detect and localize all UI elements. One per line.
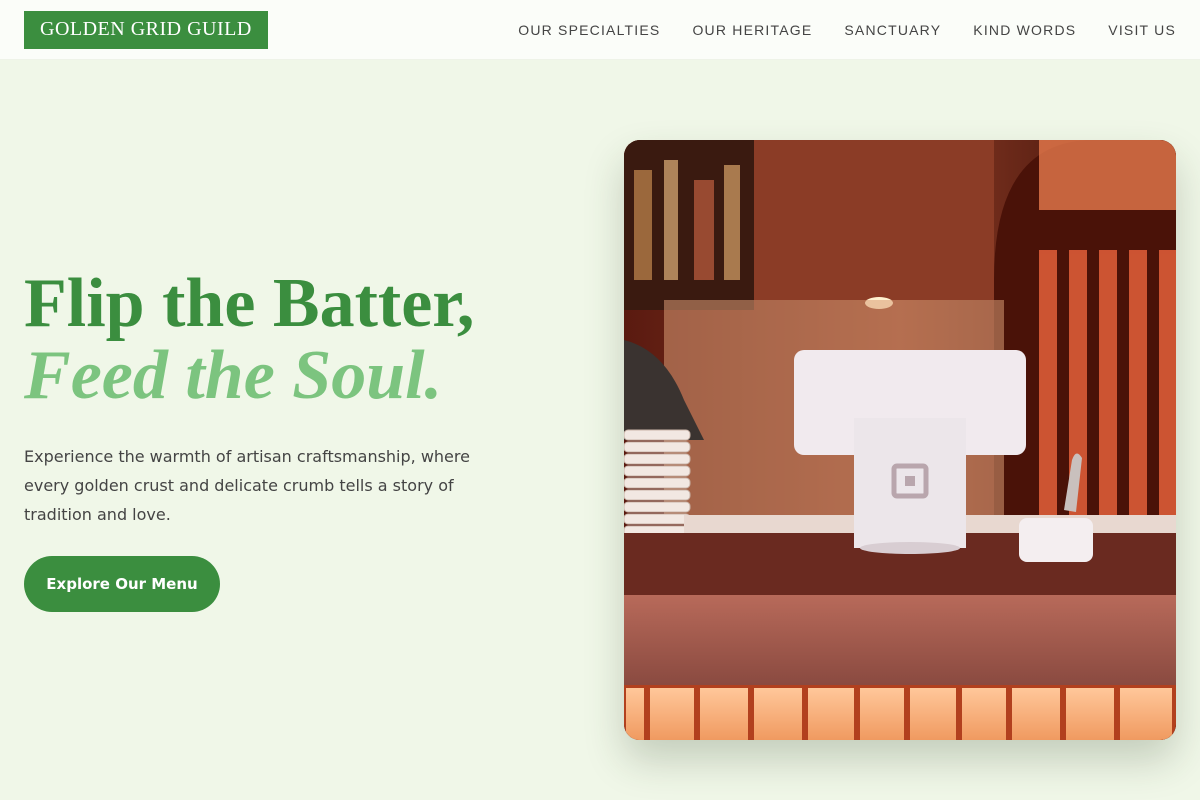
nav-item-our-specialties[interactable]: OUR SPECIALTIES bbox=[518, 22, 660, 38]
hero-text: Flip the Batter, Feed the Soul. Experien… bbox=[24, 268, 504, 529]
hero-title: Flip the Batter, Feed the Soul. bbox=[24, 268, 504, 412]
nav-item-sanctuary[interactable]: SANCTUARY bbox=[844, 22, 941, 38]
site-header: GOLDEN GRID GUILD OUR SPECIALTIES OUR HE… bbox=[0, 0, 1200, 60]
hero-image bbox=[624, 140, 1176, 740]
brand-logo[interactable]: GOLDEN GRID GUILD bbox=[24, 10, 268, 49]
explore-menu-button[interactable]: Explore Our Menu bbox=[24, 556, 220, 612]
nav-item-kind-words[interactable]: KIND WORDS bbox=[973, 22, 1076, 38]
hero-title-line1: Flip the Batter, bbox=[24, 265, 475, 342]
hero-description: Experience the warmth of artisan craftsm… bbox=[24, 447, 470, 524]
main-nav: OUR SPECIALTIES OUR HERITAGE SANCTUARY K… bbox=[518, 22, 1176, 38]
nav-item-our-heritage[interactable]: OUR HERITAGE bbox=[692, 22, 812, 38]
cafe-counter-illustration bbox=[624, 140, 1176, 740]
hero-title-line2: Feed the Soul. bbox=[24, 337, 443, 414]
nav-item-visit-us[interactable]: VISIT US bbox=[1108, 22, 1176, 38]
